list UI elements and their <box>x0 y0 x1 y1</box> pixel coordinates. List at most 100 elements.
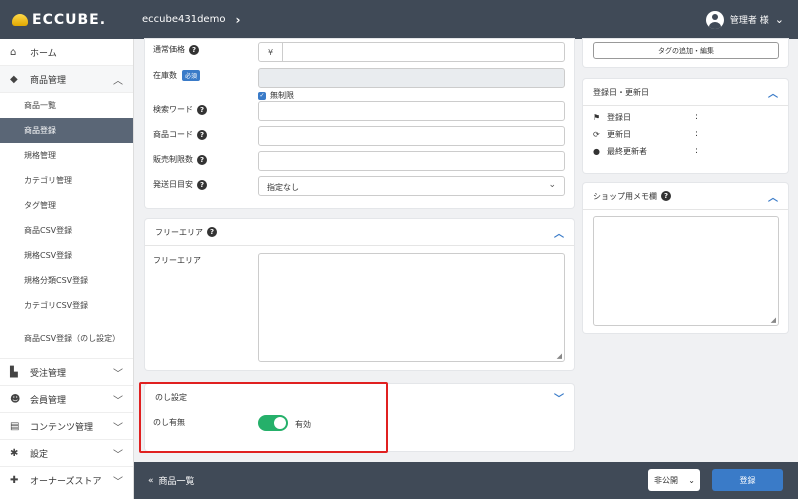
search-word-input[interactable] <box>258 101 565 121</box>
plug-icon: ✚ <box>10 474 19 486</box>
sidebar-item-tag-manage[interactable]: タグ管理 <box>0 193 133 218</box>
content-icon: ▤ <box>10 420 20 432</box>
created-colon: : <box>695 112 699 122</box>
normal-price-input[interactable]: ¥ <box>258 42 565 62</box>
sidebar-group-content[interactable]: ▤ コンテンツ管理 ﹀ <box>0 412 133 439</box>
help-icon[interactable]: ? <box>661 191 671 201</box>
chevron-down-icon[interactable]: ﹀ <box>554 390 564 405</box>
help-icon[interactable]: ? <box>189 44 199 55</box>
basic-info-card: 通常価格? ¥ 在庫数 必須 ✓ 無制限 検索ワード? 商品コード? 販売制限数?… <box>145 39 574 208</box>
sidebar-item-label: コンテンツ管理 <box>30 422 94 433</box>
select-value: 指定なし <box>267 183 299 192</box>
home-icon: ⌂ <box>10 46 17 58</box>
sidebar-item-product-list[interactable]: 商品一覧 <box>0 93 133 118</box>
sale-limit-input[interactable] <box>258 151 565 171</box>
sidebar-group-customer[interactable]: ☻ 会員管理 ﹀ <box>0 385 133 412</box>
sidebar-item-category-manage[interactable]: カテゴリ管理 <box>0 168 133 193</box>
user-icon: ● <box>593 147 600 156</box>
memo-header[interactable]: ショップ用メモ欄? ︿ <box>583 183 788 210</box>
check-icon: ✓ <box>258 91 266 100</box>
sidebar-item-label: 会員管理 <box>30 395 67 406</box>
product-code-input[interactable] <box>258 126 565 146</box>
label-text: 販売制限数 <box>153 155 193 164</box>
label-text: 商品コード <box>153 130 193 139</box>
help-icon[interactable]: ? <box>197 154 207 165</box>
product-code-label: 商品コード? <box>153 129 207 140</box>
logo-icon <box>12 13 28 26</box>
delivery-days-select[interactable]: 指定なし ⌄ <box>258 176 565 196</box>
sidebar-group-product[interactable]: ◆ 商品管理 ︿ <box>0 66 133 93</box>
stock-label: 在庫数 必須 <box>153 70 201 81</box>
footer-bar: « 商品一覧 非公開 ⌄ 登録 <box>134 462 798 499</box>
sidebar-item-class-manage[interactable]: 規格管理 <box>0 143 133 168</box>
label-text: 通常価格 <box>153 45 185 54</box>
label-text: フリーエリア <box>153 256 201 265</box>
status-select[interactable]: 非公開 ⌄ <box>648 469 700 491</box>
help-icon[interactable]: ? <box>207 227 217 237</box>
help-icon[interactable]: ? <box>197 179 207 190</box>
label-text: 在庫数 <box>153 71 177 80</box>
cube-icon: ◆ <box>10 73 18 85</box>
sidebar: ⌂ ホーム ◆ 商品管理 ︿ 商品一覧 商品登録 規格管理 カテゴリ管理 タグ管… <box>0 39 134 499</box>
free-area-card: フリーエリア? ︿ フリーエリア ◢ <box>145 219 574 370</box>
tag-card: タグの追加・編集 <box>583 39 788 67</box>
free-area-textarea[interactable]: ◢ <box>258 253 565 362</box>
updated-colon: : <box>695 129 699 139</box>
label-text: 発送日目安 <box>153 180 193 189</box>
tag-edit-button[interactable]: タグの追加・編集 <box>593 42 779 59</box>
sidebar-item-class-category-csv[interactable]: 規格分類CSV登録 <box>0 268 133 293</box>
chevron-down-icon: ﹀ <box>113 476 123 488</box>
chevron-up-icon[interactable]: ︿ <box>768 189 778 204</box>
noshi-toggle[interactable] <box>258 415 288 431</box>
double-chevron-left-icon: « <box>148 475 154 486</box>
chevron-up-icon[interactable]: ︿ <box>768 85 778 100</box>
sidebar-item-label: オーナーズストア <box>30 476 102 487</box>
sidebar-group-order[interactable]: ▙ 受注管理 ﹀ <box>0 358 133 385</box>
refresh-icon: ⟳ <box>593 130 600 139</box>
free-area-label: フリーエリア <box>153 255 201 266</box>
chevron-up-icon[interactable]: ︿ <box>554 225 564 240</box>
resize-handle-icon[interactable]: ◢ <box>771 316 776 324</box>
chevron-down-icon: ⌄ <box>688 475 695 485</box>
unlimited-checkbox[interactable]: ✓ 無制限 <box>258 90 294 101</box>
users-icon: ☻ <box>10 393 21 405</box>
chevron-down-icon: ⌄ <box>774 13 784 26</box>
stock-input[interactable] <box>258 68 565 88</box>
checkbox-label: 無制限 <box>270 91 294 100</box>
help-icon[interactable]: ? <box>197 104 207 115</box>
sidebar-item-noshi-csv[interactable]: 商品CSV登録（のし設定） <box>0 318 133 358</box>
sale-limit-label: 販売制限数? <box>153 154 207 165</box>
chevron-down-icon: ﹀ <box>113 368 123 380</box>
free-area-header[interactable]: フリーエリア? ︿ <box>145 219 574 246</box>
resize-handle-icon[interactable]: ◢ <box>557 352 562 360</box>
chevron-right-icon[interactable]: › <box>235 13 240 27</box>
chevron-up-icon: ︿ <box>113 75 123 87</box>
user-menu[interactable]: 管理者 様 ⌄ <box>705 0 784 39</box>
help-icon[interactable]: ? <box>197 129 207 140</box>
sidebar-item-category-csv[interactable]: カテゴリCSV登録 <box>0 293 133 318</box>
sidebar-group-store[interactable]: ✚ オーナーズストア ﹀ <box>0 466 133 493</box>
dates-card: 登録日・更新日 ︿ ⚑ 登録日 : ⟳ 更新日 : ● 最終更新者 : <box>583 79 788 173</box>
delivery-days-label: 発送日目安? <box>153 179 207 190</box>
sidebar-item-class-csv[interactable]: 規格CSV登録 <box>0 243 133 268</box>
sidebar-item-product-csv[interactable]: 商品CSV登録 <box>0 218 133 243</box>
meta-label: 登録日 <box>607 113 631 122</box>
chevron-down-icon: ﹀ <box>113 422 123 434</box>
shop-name-link[interactable]: eccube431demo <box>142 14 225 25</box>
sidebar-group-settings[interactable]: ✱ 設定 ﹀ <box>0 439 133 466</box>
sidebar-item-label: 設定 <box>30 449 49 460</box>
back-to-list-link[interactable]: « 商品一覧 <box>148 474 195 488</box>
noshi-header[interactable]: のし設定 ﹀ <box>145 384 574 411</box>
yen-prefix: ¥ <box>259 43 283 61</box>
chevron-down-icon: ⌄ <box>548 180 556 190</box>
save-button[interactable]: 登録 <box>712 469 783 491</box>
shop-memo-textarea[interactable]: ◢ <box>593 216 779 326</box>
noshi-label: のし有無 <box>153 417 185 428</box>
sidebar-item-home[interactable]: ⌂ ホーム <box>0 39 133 66</box>
back-label: 商品一覧 <box>158 477 195 487</box>
eccube-logo[interactable]: ECCUBE. <box>12 12 134 28</box>
toggle-value: 有効 <box>295 420 311 429</box>
logo-text: ECCUBE. <box>32 11 107 28</box>
dates-header[interactable]: 登録日・更新日 ︿ <box>583 79 788 106</box>
sidebar-item-product-register[interactable]: 商品登録 <box>0 118 133 143</box>
